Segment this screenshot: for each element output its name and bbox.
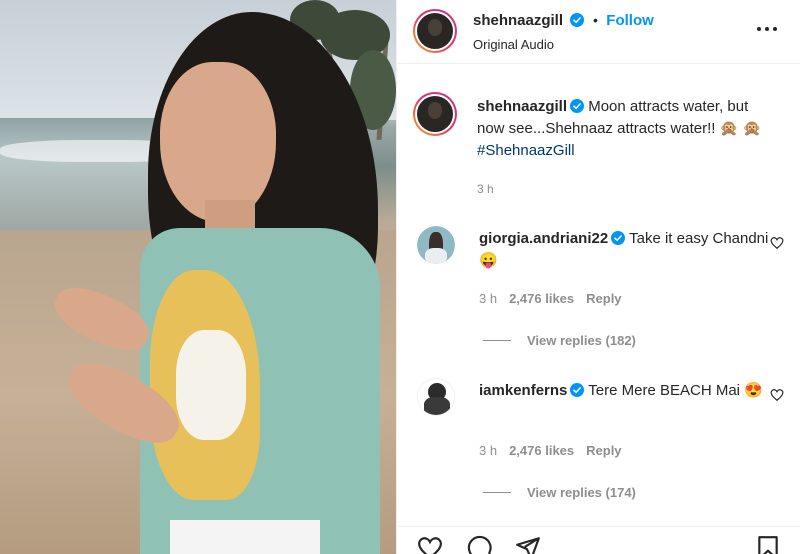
action-bar [397, 526, 800, 554]
person-face [160, 62, 276, 222]
comment-likes[interactable]: 2,476 likes [509, 291, 574, 306]
caption-timestamp[interactable]: 3 h [477, 182, 777, 196]
reply-button[interactable]: Reply [586, 291, 621, 306]
header-title-row: shehnaazgill • Follow [473, 12, 654, 30]
comment-like-heart-icon[interactable] [770, 236, 784, 250]
post-video[interactable] [0, 0, 396, 554]
caption-avatar[interactable] [413, 92, 457, 136]
comment-body: giorgia.andriani22 Take it easy Chandni … [479, 228, 769, 272]
comment-icon[interactable] [467, 535, 493, 554]
comment-text: Tere Mere BEACH Mai 😍 [588, 382, 763, 399]
more-options-icon[interactable] [755, 22, 779, 36]
verified-badge-icon [570, 383, 585, 397]
caption-hashtag[interactable]: #ShehnaazGill [477, 142, 575, 159]
caption-username[interactable]: shehnaazgill [477, 98, 567, 115]
commenter-avatar[interactable] [417, 378, 455, 416]
follow-button[interactable]: Follow [606, 12, 654, 29]
sweater-print [176, 330, 246, 440]
person-pants [170, 520, 320, 554]
post-side-panel: shehnaazgill • Follow Original Audio she… [396, 0, 800, 554]
comment-like-heart-icon[interactable] [770, 388, 784, 402]
reply-button[interactable]: Reply [586, 443, 621, 458]
verified-badge-icon [570, 13, 585, 27]
bookmark-icon[interactable] [755, 535, 781, 554]
comment-timestamp[interactable]: 3 h [479, 291, 497, 306]
verified-badge-icon [570, 99, 585, 113]
comment-body: iamkenferns Tere Mere BEACH Mai 😍 [479, 380, 769, 402]
comment-meta: 3 h 2,476 likes Reply [479, 443, 622, 458]
audio-label[interactable]: Original Audio [473, 37, 554, 52]
comment-meta: 3 h 2,476 likes Reply [479, 291, 622, 306]
share-icon[interactable] [515, 535, 541, 554]
author-avatar[interactable] [413, 9, 457, 53]
author-username[interactable]: shehnaazgill [473, 12, 563, 29]
commenter-avatar[interactable] [417, 226, 455, 264]
comment-timestamp[interactable]: 3 h [479, 443, 497, 458]
post-caption: shehnaazgill Moon attracts water, but no… [477, 96, 777, 196]
divider-line [483, 492, 511, 493]
commenter-username[interactable]: iamkenferns [479, 382, 567, 399]
post-header: shehnaazgill • Follow Original Audio [397, 0, 800, 64]
view-replies-button[interactable]: View replies (174) [483, 485, 636, 500]
view-replies-label[interactable]: View replies (174) [527, 485, 636, 500]
commenter-username[interactable]: giorgia.andriani22 [479, 230, 608, 247]
view-replies-label[interactable]: View replies (182) [527, 333, 636, 348]
divider-line [483, 340, 511, 341]
view-replies-button[interactable]: View replies (182) [483, 333, 636, 348]
comment-likes[interactable]: 2,476 likes [509, 443, 574, 458]
separator-dot: • [592, 12, 598, 28]
verified-badge-icon [611, 231, 626, 245]
heart-icon[interactable] [417, 535, 443, 554]
